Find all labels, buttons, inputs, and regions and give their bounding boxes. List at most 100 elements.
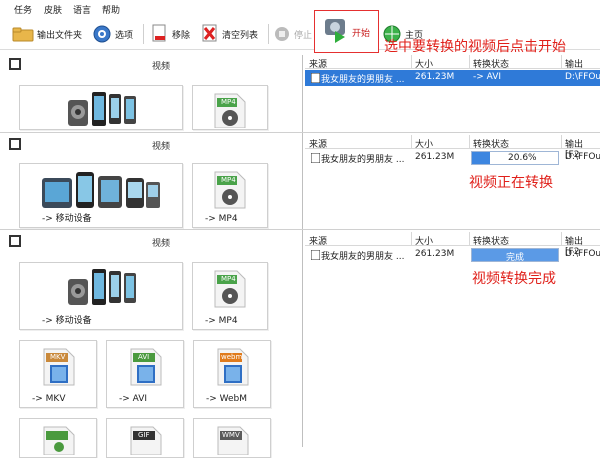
menu-language[interactable]: 语言 [73, 3, 91, 16]
mobile-device-icon [42, 172, 160, 208]
category-title: 视频 [152, 239, 171, 249]
mp4-badge: MP4 [221, 98, 236, 106]
row-output: D:\FFOu [565, 249, 600, 259]
stop-icon [275, 27, 289, 41]
column-divider [411, 135, 412, 149]
card-label: -> MP4 [205, 214, 238, 224]
progress-fill [472, 152, 490, 164]
col-size[interactable]: 大小 [415, 57, 433, 70]
annotation-select-start: 选中要转换的视频后点击开始 [384, 39, 566, 55]
options-label: 选项 [115, 30, 134, 41]
menu-task[interactable]: 任务 [14, 3, 32, 16]
mp4-card[interactable]: MP4 [192, 85, 268, 130]
column-divider [469, 232, 470, 246]
film-strip-icon [43, 426, 75, 455]
clear-icon [202, 24, 217, 42]
start-label: 开始 [352, 29, 371, 39]
col-status[interactable]: 转换状态 [473, 137, 509, 150]
table-header: 来源 大小 转换状态 输出 [F2 [305, 55, 600, 80]
mobile-device-icon [68, 92, 136, 126]
clear-list-label: 清空列表 [222, 30, 259, 41]
category-header: 视频 [0, 135, 300, 155]
row-size: 261.23M [415, 249, 455, 259]
output-folder-label: 输出文件夹 [37, 30, 83, 41]
mobile-device-icon [68, 269, 136, 305]
wmv-card[interactable]: WMV [193, 418, 271, 458]
row-name: 我女朋友的男朋友 ... [321, 75, 405, 85]
options-button[interactable]: 选项 [92, 22, 133, 46]
start-convert-icon [325, 19, 345, 43]
column-divider [411, 232, 412, 246]
mkv-card[interactable]: MKV -> MKV [19, 340, 97, 408]
file-icon [311, 153, 320, 163]
pane-divider [302, 230, 303, 447]
pane-divider [302, 55, 303, 132]
remove-icon [152, 24, 166, 42]
column-divider [469, 135, 470, 149]
format-badge: AVI [138, 353, 150, 361]
card-label: -> 移动设备 [42, 214, 92, 224]
toolbar-separator [143, 24, 144, 44]
menu-skin[interactable]: 皮肤 [44, 3, 62, 16]
pane-divider [302, 133, 303, 229]
column-divider [411, 55, 412, 69]
col-size[interactable]: 大小 [415, 234, 433, 247]
annotation-complete: 视频转换完成 [472, 271, 556, 287]
menu-help[interactable]: 帮助 [102, 3, 120, 16]
format-badge: WMV [222, 431, 240, 439]
card-label: -> MP4 [205, 316, 238, 326]
card-label: -> MKV [32, 394, 66, 404]
mp4-card[interactable]: MP4 -> MP4 [192, 262, 268, 330]
mobile-device-card[interactable]: -> 移动设备 [19, 163, 183, 228]
toolbar-separator [268, 24, 269, 44]
format-badge: webm [221, 353, 243, 361]
col-source[interactable]: 来源 [309, 234, 327, 247]
table-row[interactable]: 我女朋友的男朋友 ... 261.23M 20.6% D:\FFOu [305, 150, 600, 166]
progress-text: 20.6% [508, 153, 537, 163]
webm-card[interactable]: webm -> WebM [193, 340, 271, 408]
mp4-badge: MP4 [221, 275, 236, 283]
file-icon [311, 250, 320, 260]
output-folder-button[interactable]: 输出文件夹 [12, 22, 82, 46]
card-label: -> WebM [206, 394, 248, 404]
start-button[interactable]: 开始 [314, 10, 379, 53]
category-header: 视频 [0, 55, 300, 75]
stop-button[interactable]: 停止 [273, 22, 312, 46]
film-icon [9, 138, 21, 150]
row-name: 我女朋友的男朋友 ... [321, 252, 405, 262]
col-status[interactable]: 转换状态 [473, 234, 509, 247]
mp4-card[interactable]: MP4 -> MP4 [192, 163, 268, 228]
format-badge: GIF [138, 431, 150, 439]
row-size: 261.23M [415, 72, 455, 82]
progress-bar: 20.6% [471, 151, 559, 165]
col-source[interactable]: 来源 [309, 137, 327, 150]
folder-icon [12, 27, 34, 42]
mp4-badge: MP4 [221, 176, 236, 184]
table-header: 来源 大小 转换状态 输出 [F2 [305, 135, 600, 160]
clear-list-button[interactable]: 清空列表 [201, 22, 258, 46]
col-size[interactable]: 大小 [415, 137, 433, 150]
annotation-converting: 视频正在转换 [469, 175, 553, 191]
column-divider [561, 55, 562, 69]
avi-card[interactable]: AVI -> AVI [106, 340, 184, 408]
stop-label: 停止 [294, 30, 313, 41]
mobile-device-card[interactable] [19, 85, 183, 130]
options-icon [93, 25, 111, 43]
row-output: D:\FFOu [565, 72, 600, 82]
category-title: 视频 [152, 62, 171, 72]
remove-label: 移除 [172, 30, 191, 41]
gif-card[interactable]: GIF [106, 418, 184, 458]
table-row[interactable]: 我女朋友的男朋友 ... 261.23M -> AVI D:\FFOu [305, 70, 600, 86]
progress-text: 完成 [506, 253, 525, 263]
format-card[interactable] [19, 418, 97, 458]
col-status[interactable]: 转换状态 [473, 57, 509, 70]
category-header: 视频 [0, 232, 300, 252]
category-title: 视频 [152, 142, 171, 152]
remove-button[interactable]: 移除 [151, 22, 190, 46]
mobile-device-card[interactable]: -> 移动设备 [19, 262, 183, 330]
col-source[interactable]: 来源 [309, 57, 327, 70]
row-name: 我女朋友的男朋友 ... [321, 155, 405, 165]
table-row[interactable]: 我女朋友的男朋友 ... 261.23M 完成 D:\FFOu [305, 247, 600, 263]
card-label: -> AVI [119, 394, 148, 404]
row-output: D:\FFOu [565, 152, 600, 162]
